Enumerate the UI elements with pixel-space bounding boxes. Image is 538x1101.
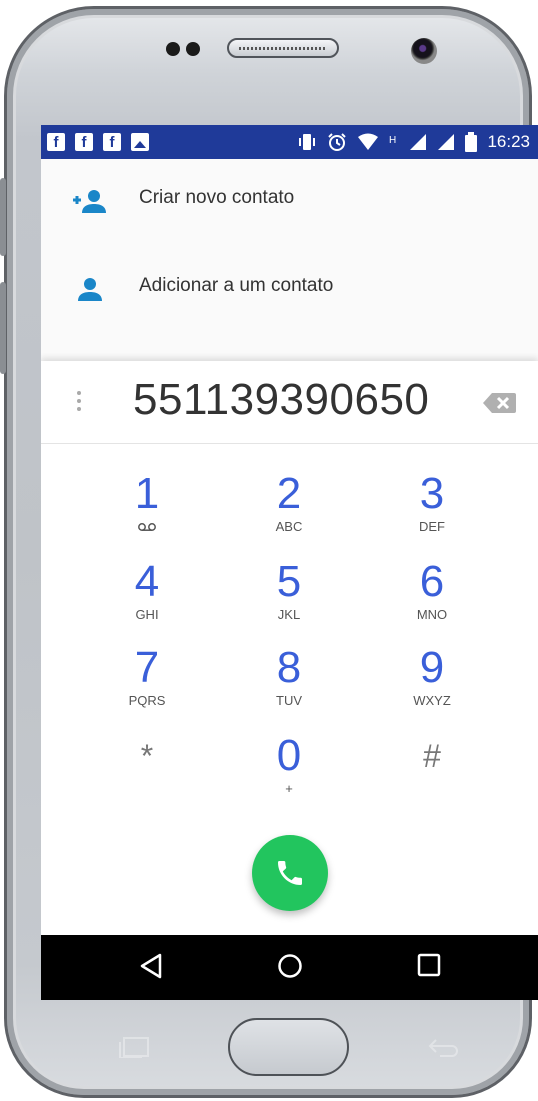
recents-capacitive-icon — [119, 1037, 149, 1058]
navigation-bar — [41, 935, 538, 1000]
create-contact-item[interactable]: Criar novo contato — [41, 167, 538, 235]
key-3[interactable]: 3 DEF — [372, 471, 492, 535]
key-0[interactable]: 0 + — [229, 733, 349, 797]
svg-text:H: H — [389, 135, 396, 146]
dialed-number[interactable]: 551139390650 — [133, 375, 429, 425]
key-4[interactable]: 4 GHI — [87, 559, 207, 623]
voicemail-icon — [138, 523, 156, 531]
volume-down-button — [0, 282, 6, 374]
signal-icon — [410, 134, 427, 150]
earpiece-speaker — [227, 38, 339, 58]
sensor-icon — [166, 42, 180, 56]
battery-icon — [465, 132, 478, 152]
key-5[interactable]: 5 JKL — [229, 559, 349, 623]
volume-up-button — [0, 178, 6, 256]
back-icon[interactable] — [139, 953, 163, 979]
call-button[interactable] — [252, 835, 328, 911]
key-hash[interactable]: # — [372, 733, 492, 779]
key-2[interactable]: 2 ABC — [229, 471, 349, 535]
status-time: 16:23 — [487, 132, 530, 151]
backspace-icon[interactable] — [482, 392, 516, 414]
key-9[interactable]: 9 WXYZ — [372, 645, 492, 709]
status-bar: f f f H 16:23 — [41, 125, 538, 159]
phone-icon — [278, 861, 302, 885]
image-icon — [131, 133, 149, 151]
signal-icon — [438, 134, 455, 150]
vibrate-icon — [299, 134, 316, 150]
add-to-contact-label: Adicionar a um contato — [139, 275, 334, 296]
facebook-icon: f — [75, 133, 93, 151]
person-icon — [78, 278, 102, 301]
add-contact-icon — [73, 190, 106, 213]
front-camera-icon — [411, 38, 437, 64]
sensor-icon — [186, 42, 200, 56]
key-7[interactable]: 7 PQRS — [87, 645, 207, 709]
home-icon[interactable] — [277, 953, 303, 979]
facebook-icon: f — [47, 133, 65, 151]
dialpad: 551139390650 1 2 ABC 3 DEF 4 GHI 5 JKL 6… — [41, 361, 538, 1000]
key-1[interactable]: 1 — [87, 471, 207, 536]
create-contact-label: Criar novo contato — [139, 187, 295, 208]
key-star[interactable]: * — [87, 733, 207, 779]
key-8[interactable]: 8 TUV — [229, 645, 349, 709]
wifi-icon — [358, 133, 379, 150]
facebook-icon: f — [103, 133, 121, 151]
add-to-contact-item[interactable]: Adicionar a um contato — [41, 255, 538, 323]
h-network-icon: H — [389, 135, 396, 146]
number-field-row: 551139390650 — [41, 361, 538, 444]
screen: f f f H 16:23 Criar novo contato Adicion… — [41, 125, 538, 1000]
alarm-icon — [328, 133, 347, 151]
key-6[interactable]: 6 MNO — [372, 559, 492, 623]
back-capacitive-icon — [428, 1039, 458, 1057]
hardware-home-button[interactable] — [228, 1018, 349, 1076]
recents-icon[interactable] — [417, 953, 441, 977]
overflow-menu-icon[interactable] — [77, 391, 81, 415]
